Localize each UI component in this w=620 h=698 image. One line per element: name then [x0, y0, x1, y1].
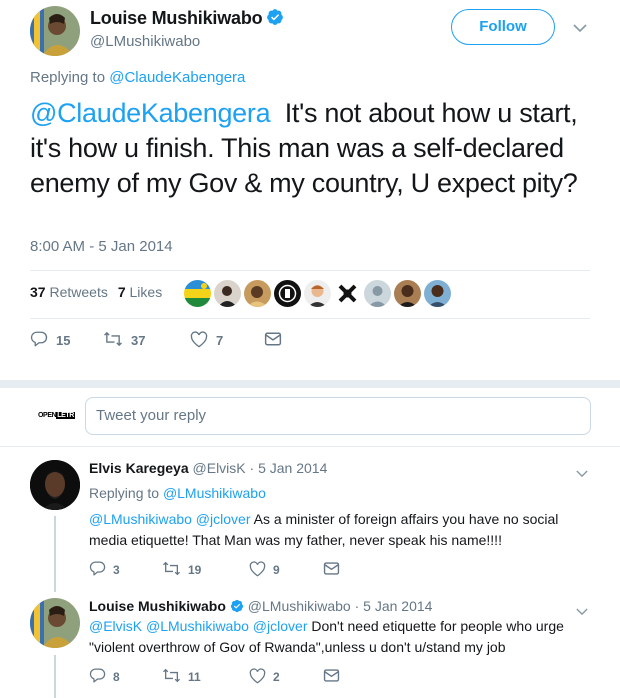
mention-link[interactable]: @LMushikiwabo @jclover [89, 511, 250, 527]
retweet-icon [162, 560, 181, 580]
replying-to: Replying to @LMushikiwabo [89, 485, 266, 501]
author-name-text: Louise Mushikiwabo [90, 8, 263, 28]
retweet-button[interactable]: 19 [162, 560, 249, 580]
liker-avatar[interactable] [184, 280, 211, 307]
retweet-icon [162, 667, 181, 687]
retweet-button[interactable]: 11 [162, 667, 249, 687]
reply-icon [30, 330, 48, 351]
reply-count: 8 [113, 670, 120, 684]
engagement-stats: 37 Retweets 7 Likes [30, 284, 162, 300]
like-button[interactable]: 2 [249, 667, 323, 687]
author-avatar[interactable] [30, 6, 80, 56]
like-button[interactable]: 9 [249, 560, 323, 580]
reply-text: @ElvisK @LMushikiwabo @jclover Don't nee… [89, 616, 594, 658]
reply-header: Louise Mushikiwabo @LMushikiwabo · 5 Jan… [89, 598, 432, 616]
reply-date[interactable]: · 5 Jan 2014 [250, 460, 328, 476]
thread-connector [54, 655, 56, 698]
chevron-down-icon[interactable] [576, 465, 588, 483]
direct-message-button[interactable] [323, 561, 340, 579]
reply-text: @LMushikiwabo @jclover As a minister of … [89, 509, 594, 551]
thread-connector [54, 516, 56, 592]
reply-button[interactable]: 15 [30, 330, 103, 351]
reply-button[interactable]: 8 [89, 667, 162, 687]
retweet-count: 19 [188, 563, 202, 577]
retweet-icon [103, 330, 123, 351]
liker-avatar[interactable] [394, 280, 421, 307]
replying-to: Replying to @ClaudeKabengera [30, 69, 245, 86]
like-count: 2 [273, 670, 280, 684]
retweet-count: 11 [188, 670, 201, 684]
divider [30, 270, 590, 271]
liker-avatar[interactable] [364, 280, 391, 307]
reply-count: 3 [113, 563, 120, 577]
direct-message-icon [264, 331, 282, 350]
chevron-down-icon[interactable] [573, 20, 587, 38]
liker-avatar[interactable] [244, 280, 271, 307]
mention-link[interactable]: @ClaudeKabengera [30, 98, 271, 128]
direct-message-button[interactable] [323, 668, 340, 686]
liker-avatar[interactable] [214, 280, 241, 307]
reply-composer: OPENLETR Tweet your reply [0, 388, 620, 447]
like-count: 7 [216, 333, 224, 348]
retweet-count: 37 [131, 333, 146, 348]
tweet-actions: 15 37 7 [30, 330, 282, 351]
reply-author-handle[interactable]: @LMushikiwabo [248, 598, 351, 614]
reply-icon [89, 560, 106, 580]
like-count: 9 [273, 563, 280, 577]
reply-author-name[interactable]: Louise Mushikiwabo [89, 598, 226, 614]
replying-to-label: Replying to [30, 69, 106, 86]
current-user-avatar: OPENLETR [38, 402, 75, 430]
follow-button[interactable]: Follow [451, 9, 555, 45]
reply-count: 15 [56, 333, 71, 348]
liker-avatar[interactable] [424, 280, 451, 307]
reply-author-name[interactable]: Elvis Karegeya [89, 460, 189, 476]
tweet-text: @ClaudeKabengera It's not about how u st… [30, 96, 595, 201]
reply-icon [89, 667, 106, 687]
replying-to-label: Replying to [89, 485, 160, 501]
reply-actions: 8 11 2 [89, 667, 340, 687]
reply-input[interactable]: Tweet your reply [85, 397, 591, 435]
likers-avatars [184, 280, 454, 308]
retweets-stat[interactable]: 37 Retweets [30, 284, 108, 300]
reply-header: Elvis Karegeya @ElvisK · 5 Jan 2014 [89, 460, 327, 476]
retweet-button[interactable]: 37 [103, 330, 190, 351]
liker-avatar[interactable] [304, 280, 331, 307]
verified-badge-icon [266, 8, 284, 31]
divider [30, 318, 590, 319]
heart-icon [249, 560, 266, 580]
tweet-timestamp[interactable]: 8:00 AM - 5 Jan 2014 [30, 238, 173, 255]
direct-message-icon [323, 561, 340, 579]
direct-message-icon [323, 668, 340, 686]
reply-button[interactable]: 3 [89, 560, 162, 580]
reply-date[interactable]: · 5 Jan 2014 [355, 598, 433, 614]
heart-icon [190, 330, 208, 351]
heart-icon [249, 667, 266, 687]
like-button[interactable]: 7 [190, 330, 264, 351]
reply-author-handle[interactable]: @ElvisK [193, 460, 246, 476]
section-separator [0, 380, 620, 388]
replying-to-link[interactable]: @LMushikiwabo [163, 485, 266, 501]
reply-author-avatar[interactable] [30, 598, 80, 648]
liker-avatar[interactable] [274, 280, 301, 307]
liker-avatar[interactable] [334, 280, 361, 307]
reply-actions: 3 19 9 [89, 560, 340, 580]
verified-badge-icon [230, 599, 244, 616]
mention-link[interactable]: @ElvisK @LMushikiwabo @jclover [89, 618, 307, 634]
reply-author-avatar[interactable] [30, 460, 80, 510]
likes-stat[interactable]: 7 Likes [118, 284, 162, 300]
author-name[interactable]: Louise Mushikiwabo [90, 8, 284, 31]
direct-message-button[interactable] [264, 331, 282, 350]
author-handle[interactable]: @LMushikiwabo [90, 33, 200, 50]
replying-to-link[interactable]: @ClaudeKabengera [109, 69, 245, 86]
